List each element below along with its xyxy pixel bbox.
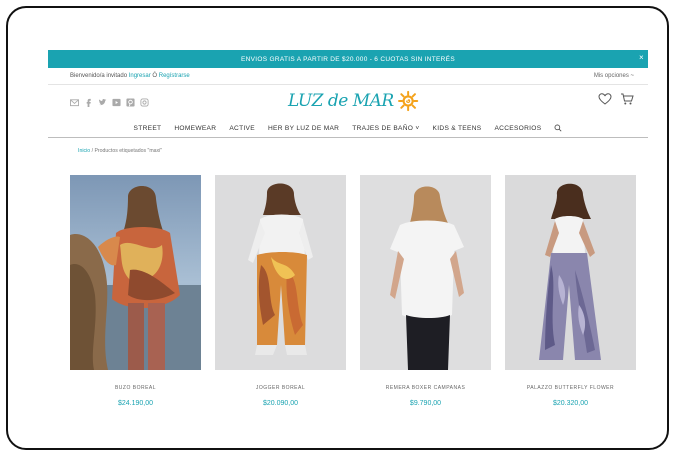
social-links bbox=[70, 98, 149, 107]
nav-item-her[interactable]: HER BY LUZ DE MAR bbox=[268, 122, 339, 137]
product-image[interactable] bbox=[360, 175, 491, 370]
user-bar: Bienvenido/a invitado Ingresar Ó Regístr… bbox=[48, 68, 648, 85]
nav-item-accessories[interactable]: ACCESORIOS bbox=[494, 122, 541, 137]
product-price: $20.320,00 bbox=[552, 400, 589, 407]
register-link[interactable]: Regístrarse bbox=[159, 73, 190, 79]
twitter-icon[interactable] bbox=[98, 98, 107, 107]
nav-item-active[interactable]: ACTIVE bbox=[229, 122, 255, 137]
product-price: $9.790,00 bbox=[409, 400, 442, 407]
cart-icon[interactable] bbox=[620, 92, 634, 106]
promo-text: ENVIOS GRATIS A PARTIR DE $20.000 - 6 CU… bbox=[241, 55, 455, 63]
nav-item-kids[interactable]: KIDS & TEENS bbox=[433, 122, 482, 137]
pinterest-icon[interactable] bbox=[126, 98, 135, 107]
nav-item-swimwear-label: TRAJES DE BAÑO bbox=[352, 125, 414, 132]
breadcrumb-home[interactable]: Inicio bbox=[78, 148, 90, 154]
login-separator: Ó bbox=[150, 73, 159, 79]
sun-logo-icon bbox=[397, 90, 418, 112]
product-card[interactable]: BUZO BOREAL $24.190,00 bbox=[70, 175, 201, 407]
product-image[interactable] bbox=[505, 175, 636, 370]
nav-item-street[interactable]: STREET bbox=[134, 122, 162, 137]
product-card[interactable]: JOGGER BOREAL $20.090,00 bbox=[215, 175, 346, 407]
product-name[interactable]: JOGGER BOREAL bbox=[215, 385, 346, 391]
store-page: ENVIOS GRATIS A PARTIR DE $20.000 - 6 CU… bbox=[48, 50, 648, 438]
product-card[interactable]: REMERA BOXER CAMPANAS $9.790,00 bbox=[360, 175, 491, 407]
header-actions bbox=[598, 92, 634, 106]
product-grid: BUZO BOREAL $24.190,00 JOGGER BOREAL $20… bbox=[70, 175, 636, 425]
chevron-down-icon: ˅ bbox=[415, 125, 420, 132]
heart-icon[interactable] bbox=[598, 92, 612, 106]
youtube-icon[interactable] bbox=[112, 98, 121, 107]
instagram-icon[interactable] bbox=[140, 98, 149, 107]
product-price: $20.090,00 bbox=[262, 400, 299, 407]
main-nav: STREET HOMEWEAR ACTIVE HER BY LUZ DE MAR… bbox=[48, 122, 648, 138]
product-card[interactable]: PALAZZO BUTTERFLY FLOWER $20.320,00 bbox=[505, 175, 636, 407]
product-image[interactable] bbox=[70, 175, 201, 370]
product-image[interactable] bbox=[215, 175, 346, 370]
store-logo[interactable]: LUZ de MAR bbox=[288, 84, 420, 118]
login-link[interactable]: Ingresar bbox=[129, 73, 151, 79]
search-icon[interactable] bbox=[554, 122, 562, 137]
breadcrumb: Inicio / Productos etiquetados "maxi" bbox=[78, 148, 162, 154]
product-name[interactable]: REMERA BOXER CAMPANAS bbox=[360, 385, 491, 391]
nav-item-homewear[interactable]: HOMEWEAR bbox=[174, 122, 216, 137]
welcome-prefix: Bienvenido/a invitado bbox=[70, 73, 128, 79]
product-name[interactable]: BUZO BOREAL bbox=[70, 385, 201, 391]
facebook-icon[interactable] bbox=[84, 98, 93, 107]
close-icon[interactable]: × bbox=[639, 53, 644, 63]
breadcrumb-current: / Productos etiquetados "maxi" bbox=[90, 148, 163, 154]
logo-text: LUZ de MAR bbox=[288, 91, 394, 111]
nav-item-swimwear[interactable]: TRAJES DE BAÑO ˅ bbox=[352, 122, 419, 137]
product-name[interactable]: PALAZZO BUTTERFLY FLOWER bbox=[505, 385, 636, 391]
product-price: $24.190,00 bbox=[117, 400, 154, 407]
welcome-text: Bienvenido/a invitado Ingresar Ó Regístr… bbox=[70, 73, 190, 79]
window-frame: ENVIOS GRATIS A PARTIR DE $20.000 - 6 CU… bbox=[6, 6, 669, 450]
my-options-menu[interactable]: Mis opciones ~ bbox=[594, 73, 634, 79]
mail-icon[interactable] bbox=[70, 98, 79, 107]
promo-bar: ENVIOS GRATIS A PARTIR DE $20.000 - 6 CU… bbox=[48, 50, 648, 68]
